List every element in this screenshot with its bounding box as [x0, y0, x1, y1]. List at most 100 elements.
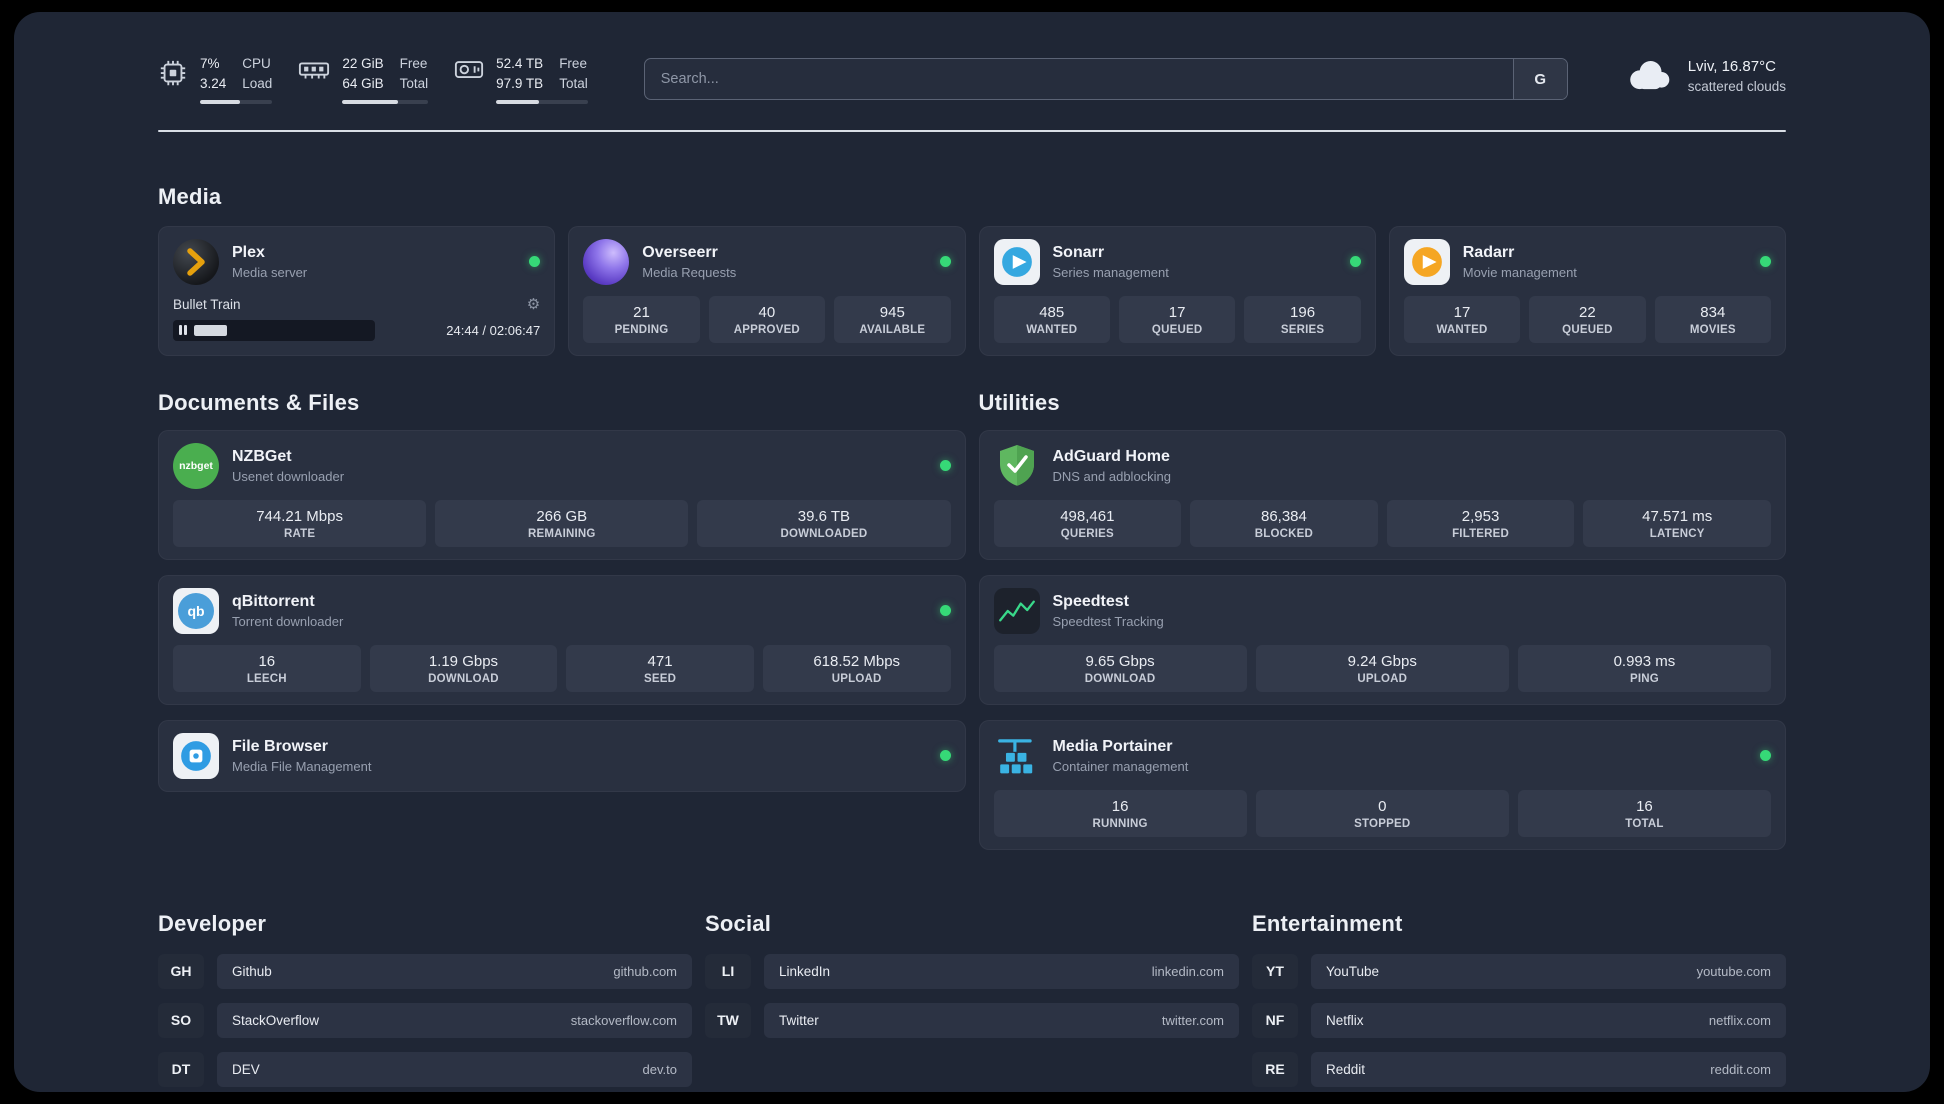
app-card-qbittorrent[interactable]: qb qBittorrent Torrent downloader 16 LEEC…: [158, 574, 966, 705]
bookmark-link[interactable]: Netflix netflix.com: [1311, 1002, 1786, 1038]
app-subtitle: Container management: [1052, 758, 1189, 774]
app-subtitle: Speedtest Tracking: [1052, 613, 1164, 629]
stat-tile: 498,461 QUERIES: [993, 499, 1182, 547]
gear-icon[interactable]: ⚙: [527, 297, 540, 312]
entertainment-column: Entertainment YT YouTube youtube.com NF …: [1252, 911, 1786, 1092]
pause-icon[interactable]: [179, 325, 187, 336]
stat-tile: 2,953 FILTERED: [1386, 499, 1575, 547]
bookmark-link[interactable]: StackOverflow stackoverflow.com: [217, 1002, 692, 1038]
bookmark-name: LinkedIn: [779, 963, 831, 979]
status-dot: [939, 256, 951, 268]
stat-tile: 945 AVAILABLE: [834, 295, 951, 343]
cpu-monitor: 7% 3.24 CPU Load: [158, 56, 273, 104]
bookmark-url: stackoverflow.com: [570, 1012, 677, 1028]
stat-tile: 17 WANTED: [1403, 295, 1521, 343]
app-name: Plex: [232, 243, 265, 261]
search-engine-button[interactable]: G: [1512, 59, 1567, 99]
app-card-adguard[interactable]: AdGuard Home DNS and adblocking 498,461 Q…: [978, 429, 1786, 560]
playback-progress-bar[interactable]: [173, 319, 375, 341]
stat-tile: 86,384 BLOCKED: [1190, 499, 1378, 547]
bookmark-abbr: SO: [158, 1002, 204, 1038]
stat-tile: 618.52 Mbps UPLOAD: [762, 644, 951, 692]
app-subtitle: Usenet downloader: [232, 468, 345, 484]
bookmark-abbr: TW: [705, 1002, 751, 1038]
bookmark-name: Twitter: [779, 1012, 819, 1028]
app-subtitle: Series management: [1052, 264, 1169, 280]
disk-monitor: 52.4 TB 97.9 TB Free Total: [454, 56, 588, 104]
memory-free-label: Free: [399, 56, 428, 71]
disk-total-value: 97.9 TB: [496, 75, 544, 91]
developer-column: Developer GH Github github.com SO StackO…: [158, 911, 692, 1092]
stat-tile: 471 SEED: [566, 644, 754, 692]
app-subtitle: Media Requests: [642, 264, 737, 280]
status-dot: [529, 256, 541, 268]
utilities-column: Utilities AdGuard Home DNS and adblockin…: [978, 390, 1786, 865]
app-name: Sonarr: [1052, 243, 1105, 261]
bookmark-abbr: LI: [705, 953, 751, 989]
disk-icon: [454, 58, 484, 104]
bookmark-url: linkedin.com: [1151, 963, 1224, 979]
bookmark-link[interactable]: Reddit reddit.com: [1311, 1051, 1786, 1087]
stat-tile: 17 QUEUED: [1118, 295, 1236, 343]
bookmark-linkedin: LI LinkedIn linkedin.com: [705, 953, 1239, 989]
app-card-plex[interactable]: Plex Media server Bullet Train ⚙ 24:44 /…: [158, 225, 556, 356]
app-card-sonarr[interactable]: Sonarr Series management 485 WANTED 17 QUE…: [978, 225, 1376, 356]
memory-monitor: 22 GiB 64 GiB Free Total: [298, 56, 429, 104]
status-dot: [939, 460, 951, 472]
bookmark-name: StackOverflow: [232, 1012, 320, 1028]
app-card-portainer[interactable]: Media Portainer Container management 16 R…: [978, 719, 1786, 850]
disk-total-label: Total: [559, 75, 588, 91]
bookmark-abbr: GH: [158, 953, 204, 989]
dashboard: 7% 3.24 CPU Load 22 GiB 64 GiB Free Tota…: [14, 12, 1930, 1092]
app-name: AdGuard Home: [1052, 447, 1170, 465]
status-dot: [1760, 256, 1771, 268]
bookmark-twitter: TW Twitter twitter.com: [705, 1002, 1239, 1038]
memory-total-label: Total: [399, 75, 429, 91]
bookmark-reddit: RE Reddit reddit.com: [1252, 1051, 1786, 1087]
stat-tile: 266 GB REMAINING: [435, 499, 689, 547]
app-name: Media Portainer: [1052, 737, 1173, 755]
cpu-icon: [158, 58, 188, 104]
media-grid: Plex Media server Bullet Train ⚙ 24:44 /…: [158, 225, 1786, 356]
plex-icon: [173, 238, 219, 285]
bookmark-url: github.com: [613, 963, 677, 979]
stat-tile: 16 LEECH: [173, 644, 361, 692]
bookmark-link[interactable]: YouTube youtube.com: [1311, 953, 1786, 989]
portainer-icon: [994, 733, 1040, 779]
bookmark-url: dev.to: [642, 1061, 677, 1077]
bookmark-name: DEV: [232, 1061, 260, 1077]
bookmark-url: twitter.com: [1161, 1012, 1224, 1028]
disk-free-label: Free: [559, 56, 587, 71]
search-bar[interactable]: G: [643, 58, 1568, 100]
nzbget-icon: nzbget: [173, 442, 219, 489]
bookmark-abbr: YT: [1252, 953, 1298, 989]
app-card-nzbget[interactable]: nzbget NZBGet Usenet downloader 744.21 M…: [158, 429, 966, 560]
app-card-radarr[interactable]: Radarr Movie management 17 WANTED 22 QUEUE…: [1388, 225, 1786, 356]
app-card-speedtest[interactable]: Speedtest Speedtest Tracking 9.65 Gbps DO…: [978, 574, 1786, 705]
social-column: Social LI LinkedIn linkedin.com TW Twitt…: [705, 911, 1239, 1092]
bookmark-link[interactable]: LinkedIn linkedin.com: [764, 953, 1239, 989]
search-input[interactable]: [644, 59, 1513, 99]
sonarr-icon: [993, 238, 1040, 285]
app-name: Radarr: [1462, 243, 1515, 261]
section-title-entertainment: Entertainment: [1252, 910, 1403, 936]
stat-tile: 1.19 Gbps DOWNLOAD: [369, 644, 558, 692]
section-title-social: Social: [705, 910, 772, 936]
weather-condition: scattered clouds: [1687, 79, 1786, 94]
bookmark-link[interactable]: Twitter twitter.com: [764, 1002, 1239, 1038]
bookmark-link[interactable]: DEV dev.to: [217, 1051, 692, 1087]
overseerr-icon: [583, 238, 630, 285]
now-playing-title: Bullet Train: [173, 296, 241, 312]
now-playing-widget: Bullet Train ⚙ 24:44 / 02:06:47: [173, 297, 540, 341]
stat-tile: 9.24 Gbps UPLOAD: [1255, 644, 1509, 692]
qbittorrent-icon: qb: [173, 587, 219, 634]
status-dot: [939, 605, 951, 617]
cpu-percent: 7%: [200, 56, 220, 71]
status-dot: [939, 750, 951, 762]
app-card-overseerr[interactable]: Overseerr Media Requests 21 PENDING 40 APP…: [568, 225, 966, 356]
app-subtitle: Media server: [232, 264, 308, 280]
cpu-load-label: Load: [242, 75, 273, 91]
bookmark-url: netflix.com: [1708, 1012, 1771, 1028]
app-card-filebrowser[interactable]: File Browser Media File Management: [158, 719, 966, 792]
bookmark-link[interactable]: Github github.com: [217, 953, 692, 989]
